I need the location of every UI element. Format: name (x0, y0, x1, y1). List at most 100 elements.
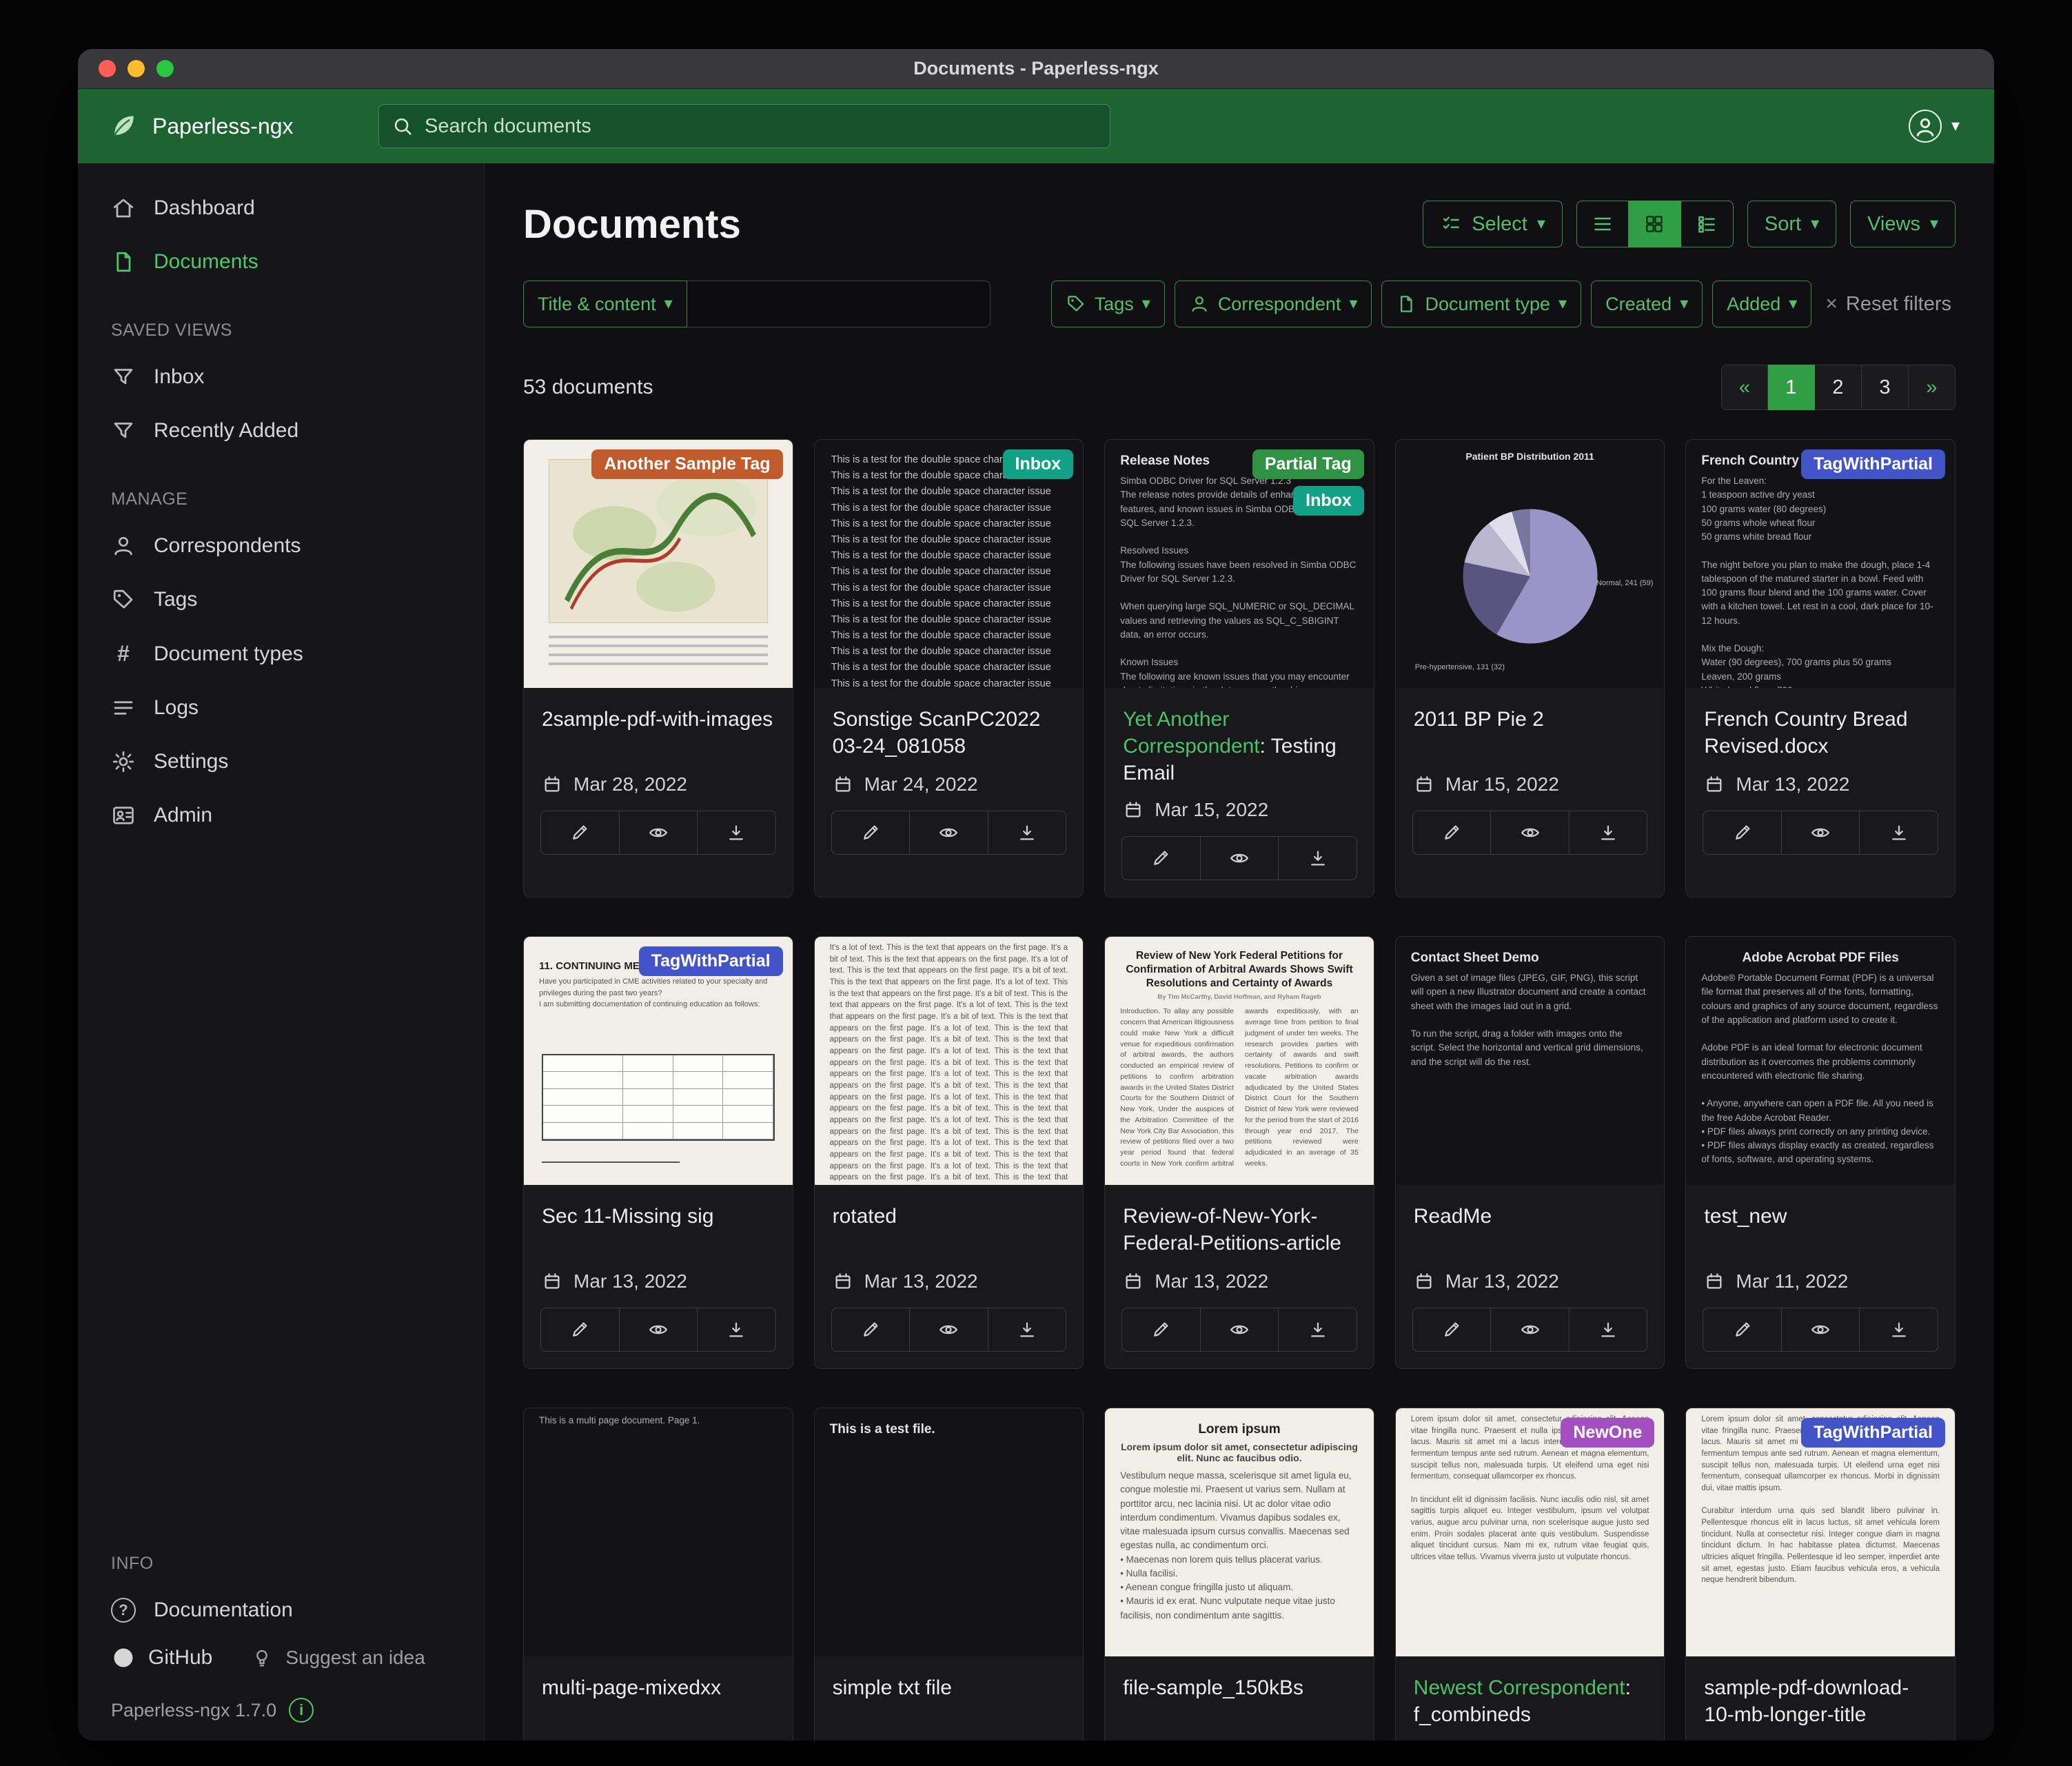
tag-another-sample-tag[interactable]: Another Sample Tag (591, 449, 782, 479)
document-thumbnail[interactable]: Another Sample Tag (524, 440, 793, 688)
document-title[interactable]: Sec 11-Missing sig (542, 1203, 775, 1258)
list-view-button[interactable] (1576, 201, 1629, 247)
download-button[interactable] (1570, 1308, 1647, 1351)
preview-button[interactable] (620, 811, 698, 854)
preview-button[interactable] (1201, 1308, 1279, 1351)
sidebar-item-dashboard[interactable]: Dashboard (78, 181, 484, 235)
download-button[interactable] (988, 1308, 1066, 1351)
pagination-page-2[interactable]: 2 (1815, 365, 1862, 410)
document-thumbnail[interactable]: Inbox This is a test for the double spac… (815, 440, 1084, 688)
document-title[interactable]: test_new (1704, 1203, 1937, 1258)
select-button[interactable]: Select ▾ (1423, 201, 1563, 247)
edit-button[interactable] (1413, 811, 1492, 854)
download-button[interactable] (1570, 811, 1647, 854)
tag-newone[interactable]: NewOne (1561, 1418, 1654, 1448)
sidebar-item-documents[interactable]: Documents (78, 235, 484, 289)
sidebar-item-recently-added[interactable]: Recently Added (78, 404, 484, 458)
document-card[interactable]: Review of New York Federal Petitions for… (1104, 936, 1374, 1369)
download-button[interactable] (698, 811, 775, 854)
document-card[interactable]: NewOne Lorem ipsum dolor sit amet, conse… (1395, 1408, 1665, 1740)
tag-tagwithpartial[interactable]: TagWithPartial (1801, 1418, 1945, 1448)
document-card[interactable]: TagWithPartial 11. CONTINUING MEDICAL ED… (523, 936, 793, 1369)
pagination-page-1[interactable]: 1 (1768, 365, 1815, 410)
edit-button[interactable] (1703, 1308, 1782, 1351)
filter-text-input[interactable] (687, 281, 991, 327)
edit-button[interactable] (541, 1308, 620, 1351)
document-thumbnail[interactable]: Review of New York Federal Petitions for… (1105, 937, 1374, 1185)
document-card[interactable]: Partial TagInbox Release NotesSimba ODBC… (1104, 439, 1374, 897)
document-title[interactable]: Review-of-New-York-Federal-Petitions-art… (1123, 1203, 1356, 1258)
document-title[interactable]: Newest Correspondent: f_combineds (1414, 1674, 1647, 1729)
document-title[interactable]: French Country Bread Revised.docx (1704, 706, 1937, 761)
document-title[interactable]: rotated (833, 1203, 1066, 1258)
document-card[interactable]: Adobe Acrobat PDF FilesAdobe® Portable D… (1685, 936, 1956, 1369)
document-card[interactable]: TagWithPartial French Country BreadFor t… (1685, 439, 1956, 897)
close-window-button[interactable] (99, 60, 116, 77)
document-title[interactable]: ReadMe (1414, 1203, 1647, 1258)
preview-button[interactable] (1491, 811, 1570, 854)
info-icon[interactable]: i (289, 1698, 314, 1723)
document-thumbnail[interactable]: This is a multi page document. Page 1. (524, 1408, 793, 1656)
preview-button[interactable] (1782, 1308, 1860, 1351)
tag-tagwithpartial[interactable]: TagWithPartial (1801, 449, 1945, 479)
tag-tagwithpartial[interactable]: TagWithPartial (639, 946, 783, 976)
pagination-page-3[interactable]: 3 (1862, 365, 1909, 410)
search-input[interactable] (378, 104, 1110, 148)
grid-view-button[interactable] (1629, 201, 1681, 247)
document-thumbnail[interactable]: Lorem ipsumLorem ipsum dolor sit amet, c… (1105, 1408, 1374, 1656)
document-card[interactable]: Inbox This is a test for the double spac… (814, 439, 1084, 897)
download-button[interactable] (1860, 1308, 1938, 1351)
sidebar-item-documentation[interactable]: ? Documentation (78, 1583, 484, 1637)
edit-button[interactable] (1413, 1308, 1492, 1351)
sort-button[interactable]: Sort ▾ (1747, 201, 1836, 247)
github-link[interactable]: GitHub (111, 1645, 212, 1670)
document-title[interactable]: 2sample-pdf-with-images (542, 706, 775, 761)
document-thumbnail[interactable]: Adobe Acrobat PDF FilesAdobe® Portable D… (1686, 937, 1955, 1185)
document-type-filter-button[interactable]: Document type ▾ (1381, 281, 1581, 327)
document-card[interactable]: It's a lot of text. This is the text tha… (814, 936, 1084, 1369)
download-button[interactable] (988, 811, 1066, 854)
edit-button[interactable] (1122, 1308, 1201, 1351)
document-card[interactable]: Contact Sheet DemoGiven a set of image f… (1395, 936, 1665, 1369)
document-title[interactable]: file-sample_150kBs (1123, 1674, 1356, 1729)
document-thumbnail[interactable]: Contact Sheet DemoGiven a set of image f… (1396, 937, 1665, 1185)
detail-view-button[interactable] (1681, 201, 1734, 247)
pagination-prev-button[interactable]: « (1721, 365, 1768, 410)
document-title[interactable]: 2011 BP Pie 2 (1414, 706, 1647, 761)
suggest-idea-link[interactable]: Suggest an idea (251, 1647, 425, 1669)
document-title[interactable]: Yet Another Correspondent: Testing Email (1123, 706, 1356, 786)
reset-filters-button[interactable]: × Reset filters (1821, 292, 1956, 316)
document-thumbnail[interactable]: NewOne Lorem ipsum dolor sit amet, conse… (1396, 1408, 1665, 1656)
document-card[interactable]: Another Sample Tag 2sample-pdf-with-imag… (523, 439, 793, 897)
preview-button[interactable] (1491, 1308, 1570, 1351)
sidebar-item-admin[interactable]: Admin (78, 789, 484, 842)
document-title[interactable]: Sonstige ScanPC2022 03-24_081058 (833, 706, 1066, 761)
preview-button[interactable] (910, 1308, 988, 1351)
document-card[interactable]: Lorem ipsumLorem ipsum dolor sit amet, c… (1104, 1408, 1374, 1740)
correspondent-link[interactable]: Yet Another Correspondent (1123, 708, 1259, 758)
edit-button[interactable] (832, 1308, 911, 1351)
brand[interactable]: Paperless-ngx (108, 111, 378, 141)
document-thumbnail[interactable]: Partial TagInbox Release NotesSimba ODBC… (1105, 440, 1374, 688)
download-button[interactable] (1279, 837, 1357, 880)
added-filter-button[interactable]: Added ▾ (1712, 281, 1811, 327)
sidebar-item-inbox[interactable]: Inbox (78, 350, 484, 404)
tag-inbox[interactable]: Inbox (1293, 486, 1364, 516)
created-filter-button[interactable]: Created ▾ (1591, 281, 1703, 327)
document-thumbnail[interactable]: This is a test file. (815, 1408, 1084, 1656)
edit-button[interactable] (1703, 811, 1782, 854)
sidebar-item-tags[interactable]: Tags (78, 573, 484, 627)
correspondent-link[interactable]: Newest Correspondent (1414, 1676, 1625, 1699)
user-menu-button[interactable]: ▾ (1905, 109, 1964, 143)
correspondent-filter-button[interactable]: Correspondent ▾ (1175, 281, 1372, 327)
document-thumbnail[interactable]: TagWithPartial French Country BreadFor t… (1686, 440, 1955, 688)
document-card[interactable]: Patient BP Distribution 2011Normal, 241 … (1395, 439, 1665, 897)
preview-button[interactable] (1201, 837, 1279, 880)
download-button[interactable] (1279, 1308, 1357, 1351)
edit-button[interactable] (1122, 837, 1201, 880)
document-card[interactable]: This is a multi page document. Page 1. m… (523, 1408, 793, 1740)
sidebar-item-document-types[interactable]: # Document types (78, 627, 484, 681)
document-thumbnail[interactable]: TagWithPartial Lorem ipsum dolor sit ame… (1686, 1408, 1955, 1656)
preview-button[interactable] (910, 811, 988, 854)
sidebar-item-logs[interactable]: Logs (78, 681, 484, 735)
